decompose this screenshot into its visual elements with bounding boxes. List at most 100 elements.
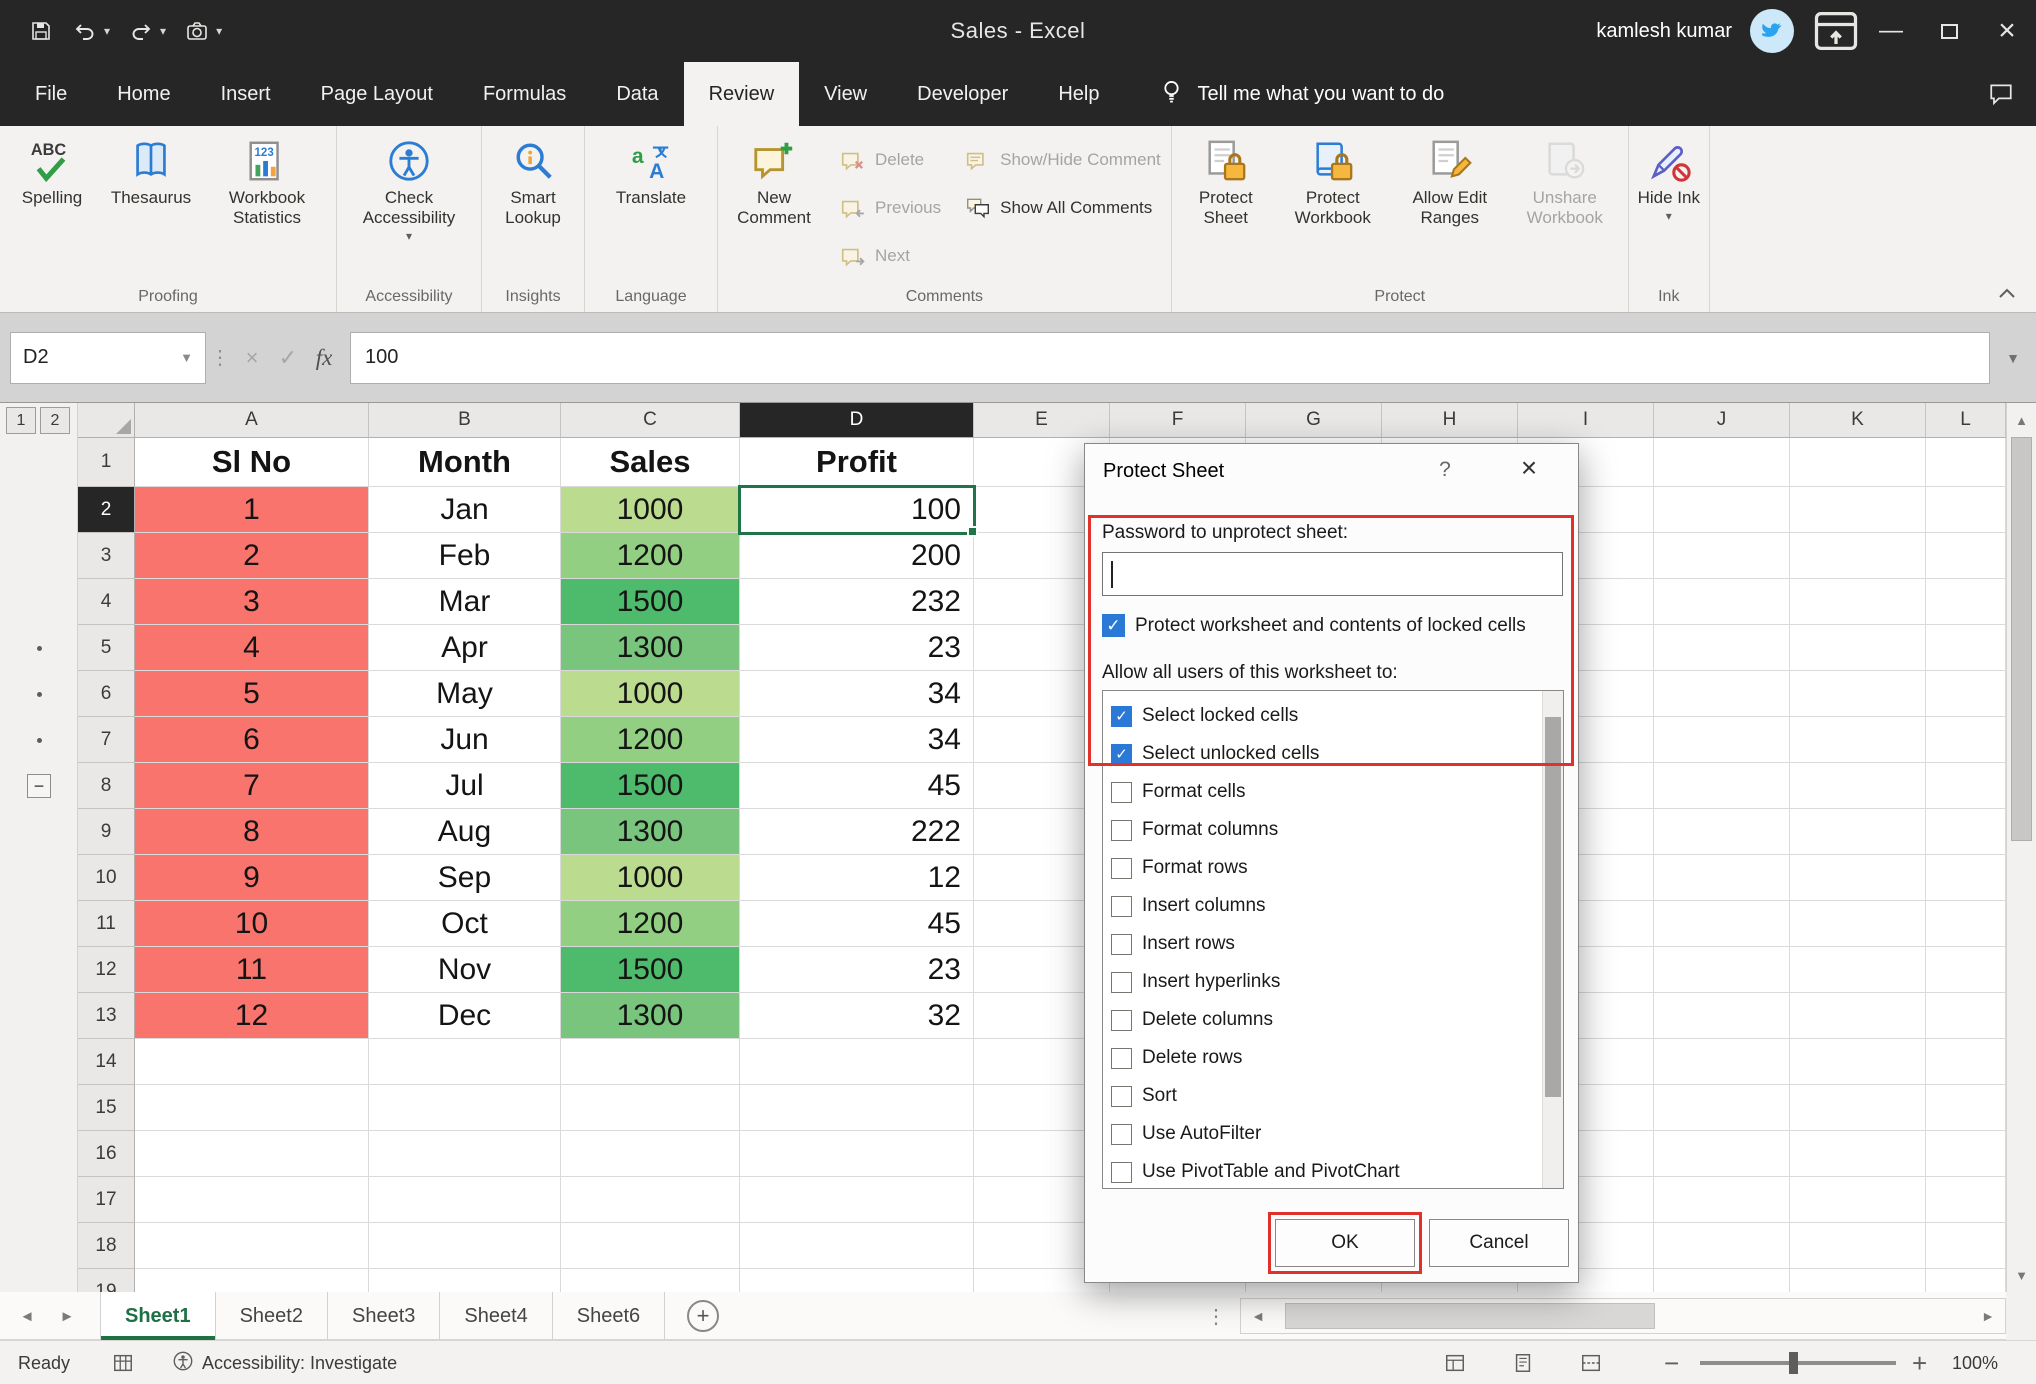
- formula-input[interactable]: 100: [350, 332, 1990, 384]
- permission-select-unlocked-cells[interactable]: ✓Select unlocked cells: [1103, 735, 1563, 773]
- ribbon-button-translate[interactable]: aATranslate: [591, 130, 711, 208]
- cell-A5[interactable]: 4: [135, 625, 369, 671]
- column-header-H[interactable]: H: [1382, 403, 1518, 438]
- cell-B12[interactable]: Nov: [369, 947, 561, 993]
- cell-D2[interactable]: 100: [740, 487, 974, 533]
- cancel-button[interactable]: Cancel: [1429, 1219, 1569, 1267]
- page-layout-view-button[interactable]: [1512, 1341, 1534, 1384]
- cell-B1[interactable]: Month: [369, 438, 561, 487]
- sheet-tab-sheet1[interactable]: Sheet1: [100, 1292, 216, 1340]
- checkbox-checked-icon[interactable]: ✓: [1102, 614, 1125, 637]
- feedback-icon[interactable]: [1988, 62, 2014, 126]
- ribbon-button-show-all-comments[interactable]: Show All Comments: [961, 184, 1165, 232]
- cell-C1[interactable]: Sales: [561, 438, 740, 487]
- cell-C19[interactable]: [561, 1269, 740, 1292]
- cell-C4[interactable]: 1500: [561, 579, 740, 625]
- permission-select-locked-cells[interactable]: ✓Select locked cells: [1103, 697, 1563, 735]
- permission-use-pivottable-and-pivotchart[interactable]: Use PivotTable and PivotChart: [1103, 1153, 1563, 1189]
- cell-D3[interactable]: 200: [740, 533, 974, 579]
- row-header-8[interactable]: 8: [78, 763, 135, 809]
- cell-D9[interactable]: 222: [740, 809, 974, 855]
- tab-scroll-splitter[interactable]: ⋮: [1206, 1292, 1226, 1340]
- avatar[interactable]: [1750, 9, 1794, 53]
- permission-use-autofilter[interactable]: Use AutoFilter: [1103, 1115, 1563, 1153]
- cell-B11[interactable]: Oct: [369, 901, 561, 947]
- checkbox-unchecked-icon[interactable]: [1111, 1124, 1132, 1145]
- row-header-15[interactable]: 15: [78, 1085, 135, 1131]
- row-header-17[interactable]: 17: [78, 1177, 135, 1223]
- dialog-help-button[interactable]: ?: [1430, 458, 1460, 482]
- customize-qat-icon[interactable]: ▾: [216, 24, 222, 38]
- column-header-I[interactable]: I: [1518, 403, 1654, 438]
- dialog-close-button[interactable]: ×: [1509, 452, 1549, 484]
- cell-A15[interactable]: [135, 1085, 369, 1131]
- maximize-button[interactable]: [1920, 0, 1978, 62]
- cell-D11[interactable]: 45: [740, 901, 974, 947]
- ribbon-button-new-comment[interactable]: New Comment: [724, 130, 824, 228]
- sheet-nav-left-icon[interactable]: ◄: [8, 1292, 46, 1340]
- cell-L4[interactable]: [1926, 579, 2006, 625]
- cell-B2[interactable]: Jan: [369, 487, 561, 533]
- cell-K14[interactable]: [1790, 1039, 1926, 1085]
- menu-tab-view[interactable]: View: [799, 62, 892, 126]
- cell-K2[interactable]: [1790, 487, 1926, 533]
- cell-C7[interactable]: 1200: [561, 717, 740, 763]
- permission-delete-rows[interactable]: Delete rows: [1103, 1039, 1563, 1077]
- enter-entry-button[interactable]: ✓: [270, 345, 306, 371]
- cell-D12[interactable]: 23: [740, 947, 974, 993]
- cell-J10[interactable]: [1654, 855, 1790, 901]
- outline-collapse-button[interactable]: −: [27, 774, 51, 798]
- vertical-scroll-thumb[interactable]: [2011, 437, 2032, 841]
- column-header-C[interactable]: C: [561, 403, 740, 438]
- checkbox-unchecked-icon[interactable]: [1111, 1086, 1132, 1107]
- cell-K6[interactable]: [1790, 671, 1926, 717]
- row-header-2[interactable]: 2: [78, 487, 135, 533]
- accessibility-status[interactable]: Accessibility: Investigate: [172, 1341, 397, 1384]
- row-header-7[interactable]: 7: [78, 717, 135, 763]
- sheet-tab-sheet2[interactable]: Sheet2: [216, 1292, 328, 1340]
- cell-L2[interactable]: [1926, 487, 2006, 533]
- cell-K9[interactable]: [1790, 809, 1926, 855]
- cell-J15[interactable]: [1654, 1085, 1790, 1131]
- cell-J5[interactable]: [1654, 625, 1790, 671]
- cell-L6[interactable]: [1926, 671, 2006, 717]
- column-header-A[interactable]: A: [135, 403, 369, 438]
- row-header-6[interactable]: 6: [78, 671, 135, 717]
- cell-B17[interactable]: [369, 1177, 561, 1223]
- permissions-listbox[interactable]: ✓Select locked cells✓Select unlocked cel…: [1102, 690, 1564, 1189]
- row-header-3[interactable]: 3: [78, 533, 135, 579]
- cell-J12[interactable]: [1654, 947, 1790, 993]
- cell-D14[interactable]: [740, 1039, 974, 1085]
- cell-L13[interactable]: [1926, 993, 2006, 1039]
- cell-D7[interactable]: 34: [740, 717, 974, 763]
- ribbon-button-unshare-workbook[interactable]: Unshare Workbook: [1508, 130, 1622, 228]
- protect-worksheet-checkbox[interactable]: ✓ Protect worksheet and contents of lock…: [1102, 614, 1526, 637]
- column-header-K[interactable]: K: [1790, 403, 1926, 438]
- cell-J14[interactable]: [1654, 1039, 1790, 1085]
- cell-C13[interactable]: 1300: [561, 993, 740, 1039]
- cell-A1[interactable]: Sl No: [135, 438, 369, 487]
- row-header-10[interactable]: 10: [78, 855, 135, 901]
- cell-A9[interactable]: 8: [135, 809, 369, 855]
- cell-J19[interactable]: [1654, 1269, 1790, 1292]
- ribbon-button-check-accessibility[interactable]: Check Accessibility▾: [343, 130, 475, 242]
- scroll-down-icon[interactable]: ▼: [2007, 1260, 2036, 1290]
- cell-J7[interactable]: [1654, 717, 1790, 763]
- ribbon-button-workbook-statistics[interactable]: 123Workbook Statistics: [204, 130, 330, 228]
- new-sheet-button[interactable]: +: [687, 1300, 719, 1332]
- cell-K4[interactable]: [1790, 579, 1926, 625]
- zoom-out-button[interactable]: −: [1664, 1341, 1679, 1384]
- checkbox-unchecked-icon[interactable]: [1111, 782, 1132, 803]
- cell-B13[interactable]: Dec: [369, 993, 561, 1039]
- ribbon-button-smart-lookup[interactable]: Smart Lookup: [488, 130, 578, 228]
- cell-J6[interactable]: [1654, 671, 1790, 717]
- cell-J13[interactable]: [1654, 993, 1790, 1039]
- horizontal-scroll-thumb[interactable]: [1285, 1303, 1655, 1329]
- cell-C5[interactable]: 1300: [561, 625, 740, 671]
- name-box[interactable]: D2 ▼: [10, 332, 206, 384]
- cell-B18[interactable]: [369, 1223, 561, 1269]
- row-header-16[interactable]: 16: [78, 1131, 135, 1177]
- ribbon-button-allow-edit-ranges[interactable]: Allow Edit Ranges: [1392, 130, 1508, 228]
- cell-B14[interactable]: [369, 1039, 561, 1085]
- save-icon[interactable]: [28, 18, 54, 44]
